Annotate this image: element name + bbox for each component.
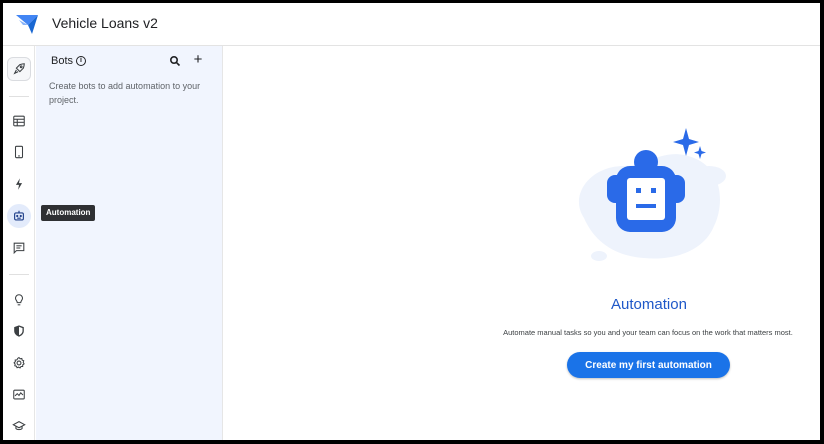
info-icon[interactable]: i <box>76 56 87 66</box>
rail-item-chat[interactable] <box>7 236 31 260</box>
add-bot-button[interactable]: + <box>191 52 205 68</box>
rocket-icon <box>13 63 25 75</box>
app-window: Vehicle Loans v2 Bots i + Create bots to… <box>3 3 820 440</box>
rail-item-learn[interactable] <box>7 414 31 438</box>
table-icon <box>13 115 25 127</box>
rail-tooltip: Automation <box>41 205 96 221</box>
main-content: Automation Automate manual tasks so you … <box>224 46 820 440</box>
gear-icon <box>13 356 25 369</box>
bolt-icon <box>15 178 23 190</box>
search-icon[interactable] <box>169 55 181 67</box>
rail-item-actions[interactable] <box>7 172 31 196</box>
bots-panel: Bots i + Create bots to add automation t… <box>36 46 223 440</box>
app-title: Vehicle Loans v2 <box>52 15 158 31</box>
create-first-automation-button[interactable]: Create my first automation <box>567 352 730 378</box>
rail-item-intelligence[interactable] <box>7 288 31 312</box>
panel-header: Bots i <box>51 55 87 67</box>
rail-divider <box>9 274 29 275</box>
chat-icon <box>13 242 25 255</box>
panel-title: Bots <box>51 55 74 67</box>
rail-divider <box>9 96 29 97</box>
panel-description: Create bots to add automation to your pr… <box>49 81 201 105</box>
appsheet-logo-icon[interactable] <box>15 13 39 35</box>
rail-item-automation[interactable] <box>7 204 31 228</box>
rail-item-manage[interactable] <box>7 383 31 407</box>
rail-item-settings[interactable] <box>7 351 31 375</box>
graduation-cap-icon <box>12 421 26 431</box>
left-nav-rail <box>3 46 35 440</box>
empty-state-title-row: Automation <box>224 296 820 314</box>
plus-icon: + <box>193 51 203 68</box>
shield-icon <box>14 325 24 337</box>
monitor-icon <box>13 389 25 400</box>
rail-item-security[interactable] <box>7 319 31 343</box>
rail-item-app[interactable] <box>7 140 31 164</box>
phone-icon <box>14 145 24 159</box>
robot-icon <box>14 210 24 221</box>
robot-illustration <box>578 128 726 261</box>
empty-state-title: Automation <box>611 296 687 313</box>
empty-state-description: Automate manual tasks so you and your te… <box>503 328 793 337</box>
rail-item-home[interactable] <box>7 57 31 81</box>
rail-item-data[interactable] <box>7 109 31 133</box>
lightbulb-icon <box>14 294 24 306</box>
app-header: Vehicle Loans v2 <box>3 3 820 46</box>
